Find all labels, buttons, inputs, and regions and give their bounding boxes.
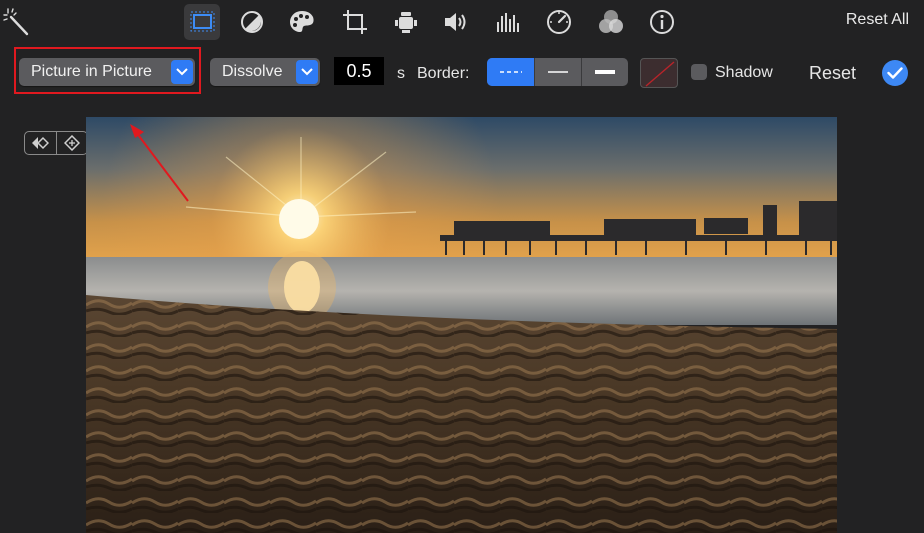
magic-wand-icon[interactable]	[0, 4, 36, 40]
clip-filter-icon[interactable]	[593, 4, 629, 40]
video-preview	[86, 117, 837, 533]
transition-label: Dissolve	[222, 63, 283, 80]
highlight-box	[14, 47, 201, 94]
transition-popup[interactable]: Dissolve	[210, 58, 320, 86]
duration-unit: s	[397, 65, 405, 82]
reset-all-button[interactable]: Reset All	[846, 11, 909, 29]
reset-button[interactable]: Reset	[809, 63, 856, 84]
color-palette-icon[interactable]	[284, 4, 320, 40]
duration-field[interactable]: 0.5	[334, 57, 384, 85]
border-style-control	[487, 58, 628, 86]
border-thick-button[interactable]	[582, 58, 628, 86]
shadow-label: Shadow	[715, 64, 773, 81]
adjustment-toolbar: Reset All	[0, 0, 924, 44]
previous-keyframe-icon[interactable]	[25, 132, 57, 154]
volume-icon[interactable]	[439, 4, 475, 40]
color-balance-icon[interactable]	[234, 4, 270, 40]
border-color-swatch[interactable]	[640, 58, 678, 88]
crop-layout-icon[interactable]	[184, 4, 220, 40]
equalizer-icon[interactable]	[490, 4, 526, 40]
apply-checkmark-button[interactable]	[882, 60, 908, 86]
stabilization-camera-icon[interactable]	[388, 4, 424, 40]
border-dashed-button[interactable]	[487, 58, 536, 86]
crop-icon[interactable]	[337, 4, 373, 40]
info-icon[interactable]	[644, 4, 680, 40]
speed-gauge-icon[interactable]	[541, 4, 577, 40]
keyframe-control	[24, 131, 88, 155]
shadow-checkbox[interactable]	[691, 64, 707, 80]
border-label: Border:	[417, 65, 470, 82]
border-thin-button[interactable]	[535, 58, 582, 86]
chevron-down-icon	[296, 60, 318, 84]
add-keyframe-icon[interactable]	[57, 132, 88, 154]
